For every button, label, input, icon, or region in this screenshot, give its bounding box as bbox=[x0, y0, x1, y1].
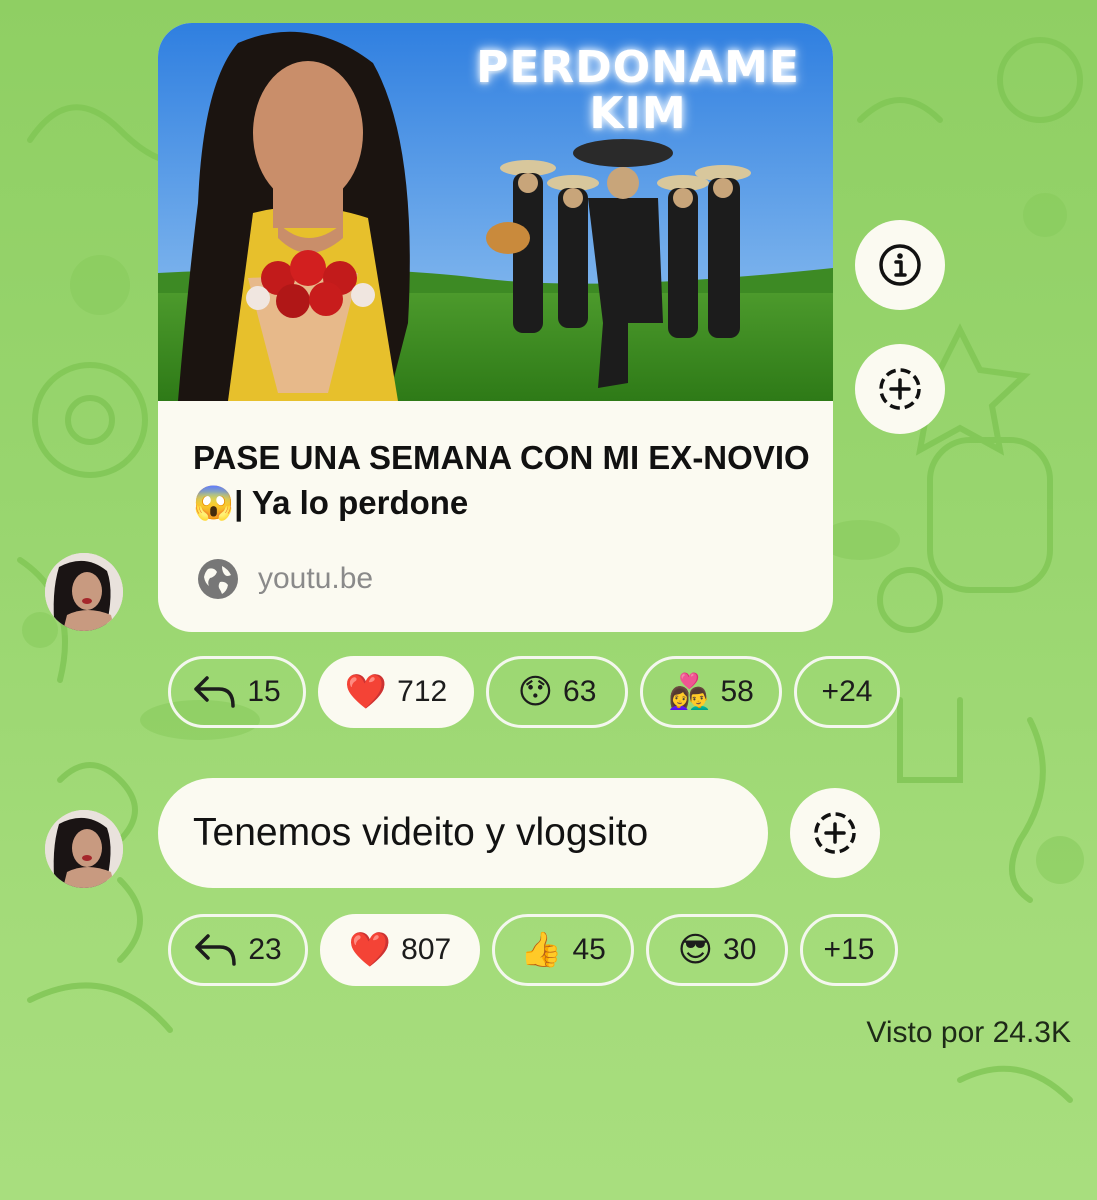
more-reactions-count: +24 bbox=[821, 675, 873, 708]
link-domain: youtu.be bbox=[258, 562, 374, 595]
info-button[interactable] bbox=[855, 220, 945, 310]
add-reaction-icon bbox=[814, 812, 856, 854]
add-reaction-icon bbox=[879, 368, 921, 410]
reaction-count: 58 bbox=[720, 675, 754, 708]
message-bubble[interactable]: Tenemos videito y vlogsito bbox=[158, 778, 768, 888]
reactions-bar-2: 23 ❤️ 807 👍 45 😎 30 +15 bbox=[168, 914, 898, 986]
reaction-count: 30 bbox=[723, 933, 757, 966]
reply-icon bbox=[195, 934, 237, 966]
couple-emoji: 👩‍❤️‍👨 bbox=[668, 672, 711, 712]
avatar[interactable] bbox=[45, 810, 123, 888]
avatar[interactable] bbox=[45, 553, 123, 631]
reaction-heart[interactable]: ❤️ 807 bbox=[320, 914, 480, 986]
reaction-surprised[interactable]: 😯 63 bbox=[486, 656, 628, 728]
reaction-thumbs-up[interactable]: 👍 45 bbox=[492, 914, 634, 986]
reply-count-button[interactable]: 23 bbox=[168, 914, 308, 986]
more-reactions-count: +15 bbox=[823, 933, 875, 966]
sunglasses-emoji: 😎 bbox=[677, 930, 714, 970]
reaction-count: 712 bbox=[397, 675, 448, 708]
info-icon bbox=[879, 244, 921, 286]
add-reaction-button[interactable] bbox=[855, 344, 945, 434]
link-source[interactable]: youtu.be bbox=[196, 557, 373, 601]
more-reactions-button[interactable]: +24 bbox=[794, 656, 900, 728]
reply-icon bbox=[194, 676, 236, 708]
link-preview-card[interactable]: PERDONAME KIM PASE UNA SEMANA CON MI EX-… bbox=[158, 23, 833, 632]
reaction-sunglasses[interactable]: 😎 30 bbox=[646, 914, 788, 986]
add-reaction-button[interactable] bbox=[790, 788, 880, 878]
globe-icon bbox=[198, 559, 238, 599]
reply-count: 15 bbox=[247, 675, 281, 708]
heart-emoji: ❤️ bbox=[348, 930, 392, 970]
link-title[interactable]: PASE UNA SEMANA CON MI EX-NOVIO 😱| Ya lo… bbox=[193, 435, 813, 525]
surprised-emoji: 😯 bbox=[517, 672, 554, 712]
thumbnail-caption: PERDONAME KIM bbox=[476, 42, 800, 139]
thumbs-up-emoji: 👍 bbox=[520, 930, 563, 970]
reaction-couple[interactable]: 👩‍❤️‍👨 58 bbox=[640, 656, 782, 728]
view-count: Visto por 24.3K bbox=[866, 1016, 1071, 1049]
video-thumbnail[interactable]: PERDONAME KIM bbox=[158, 23, 833, 401]
reaction-count: 45 bbox=[572, 933, 606, 966]
heart-emoji: ❤️ bbox=[344, 672, 388, 712]
reaction-count: 807 bbox=[401, 933, 452, 966]
reply-count: 23 bbox=[248, 933, 282, 966]
reply-count-button[interactable]: 15 bbox=[168, 656, 306, 728]
more-reactions-button[interactable]: +15 bbox=[800, 914, 898, 986]
reactions-bar-1: 15 ❤️ 712 😯 63 👩‍❤️‍👨 58 +24 bbox=[168, 656, 900, 728]
reaction-heart[interactable]: ❤️ 712 bbox=[318, 656, 474, 728]
reaction-count: 63 bbox=[563, 675, 597, 708]
